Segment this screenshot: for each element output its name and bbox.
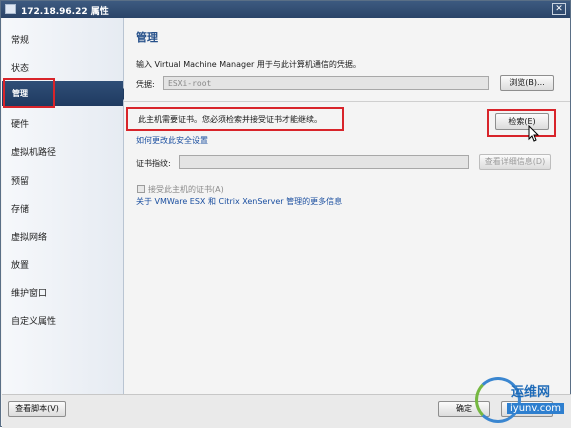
security-settings-link[interactable]: 如何更改此安全设置 [136, 135, 208, 146]
credential-field[interactable]: ESXi-root [163, 76, 489, 90]
sidebar-item-status[interactable]: 状态 [11, 61, 29, 74]
accept-cert-checkbox[interactable] [137, 185, 145, 193]
sidebar-item-reserves[interactable]: 预留 [11, 174, 29, 187]
view-details-button[interactable]: 查看详细信息(D) [479, 154, 551, 170]
close-icon[interactable]: ✕ [552, 3, 566, 15]
sidebar-item-storage[interactable]: 存储 [11, 202, 29, 215]
sidebar-item-vm-paths[interactable]: 虚拟机路径 [11, 145, 56, 158]
sidebar-item-hardware[interactable]: 硬件 [11, 117, 29, 130]
watermark-logo: 运维网 iyunv.com [473, 375, 568, 425]
sidebar-item-general[interactable]: 常规 [11, 33, 29, 46]
highlight-box-notice [126, 107, 344, 131]
watermark-cn-text: 运维网 [511, 385, 551, 400]
thumbprint-field[interactable] [179, 155, 469, 169]
sidebar-item-placement[interactable]: 放置 [11, 258, 29, 271]
sidebar-item-virtual-networks[interactable]: 虚拟网络 [11, 230, 47, 243]
browse-button[interactable]: 浏览(B)... [500, 75, 554, 91]
thumbprint-label: 证书指纹: [136, 159, 171, 168]
accept-cert-label: 接受此主机的证书(A) [148, 185, 224, 194]
watermark-en-text: iyunv.com [507, 403, 565, 414]
more-info-link[interactable]: 关于 VMWare ESX 和 Citrix XenServer 管理的更多信息 [136, 196, 342, 207]
title-bar: 172.18.96.22 属性 ✕ [1, 1, 570, 18]
highlight-box-retrieve [487, 109, 556, 137]
window-icon [5, 4, 16, 14]
window-title: 172.18.96.22 属性 [21, 7, 109, 17]
description-text: 输入 Virtual Machine Manager 用于与此计算机通信的凭据。 [136, 60, 361, 69]
properties-window: 172.18.96.22 属性 ✕ 常规 状态 管理 硬件 虚拟机路径 预留 存… [0, 0, 571, 428]
page-title: 管理 [136, 31, 158, 44]
sidebar-item-custom-properties[interactable]: 自定义属性 [11, 314, 56, 327]
highlight-box-nav [3, 78, 55, 108]
credential-label: 凭据: [136, 80, 155, 89]
mouse-pointer-icon [528, 125, 540, 142]
view-script-button[interactable]: 查看脚本(V) [8, 401, 66, 417]
divider [124, 101, 570, 102]
main-panel: 管理 输入 Virtual Machine Manager 用于与此计算机通信的… [124, 18, 570, 394]
sidebar-item-maintenance-window[interactable]: 维护窗口 [11, 286, 47, 299]
